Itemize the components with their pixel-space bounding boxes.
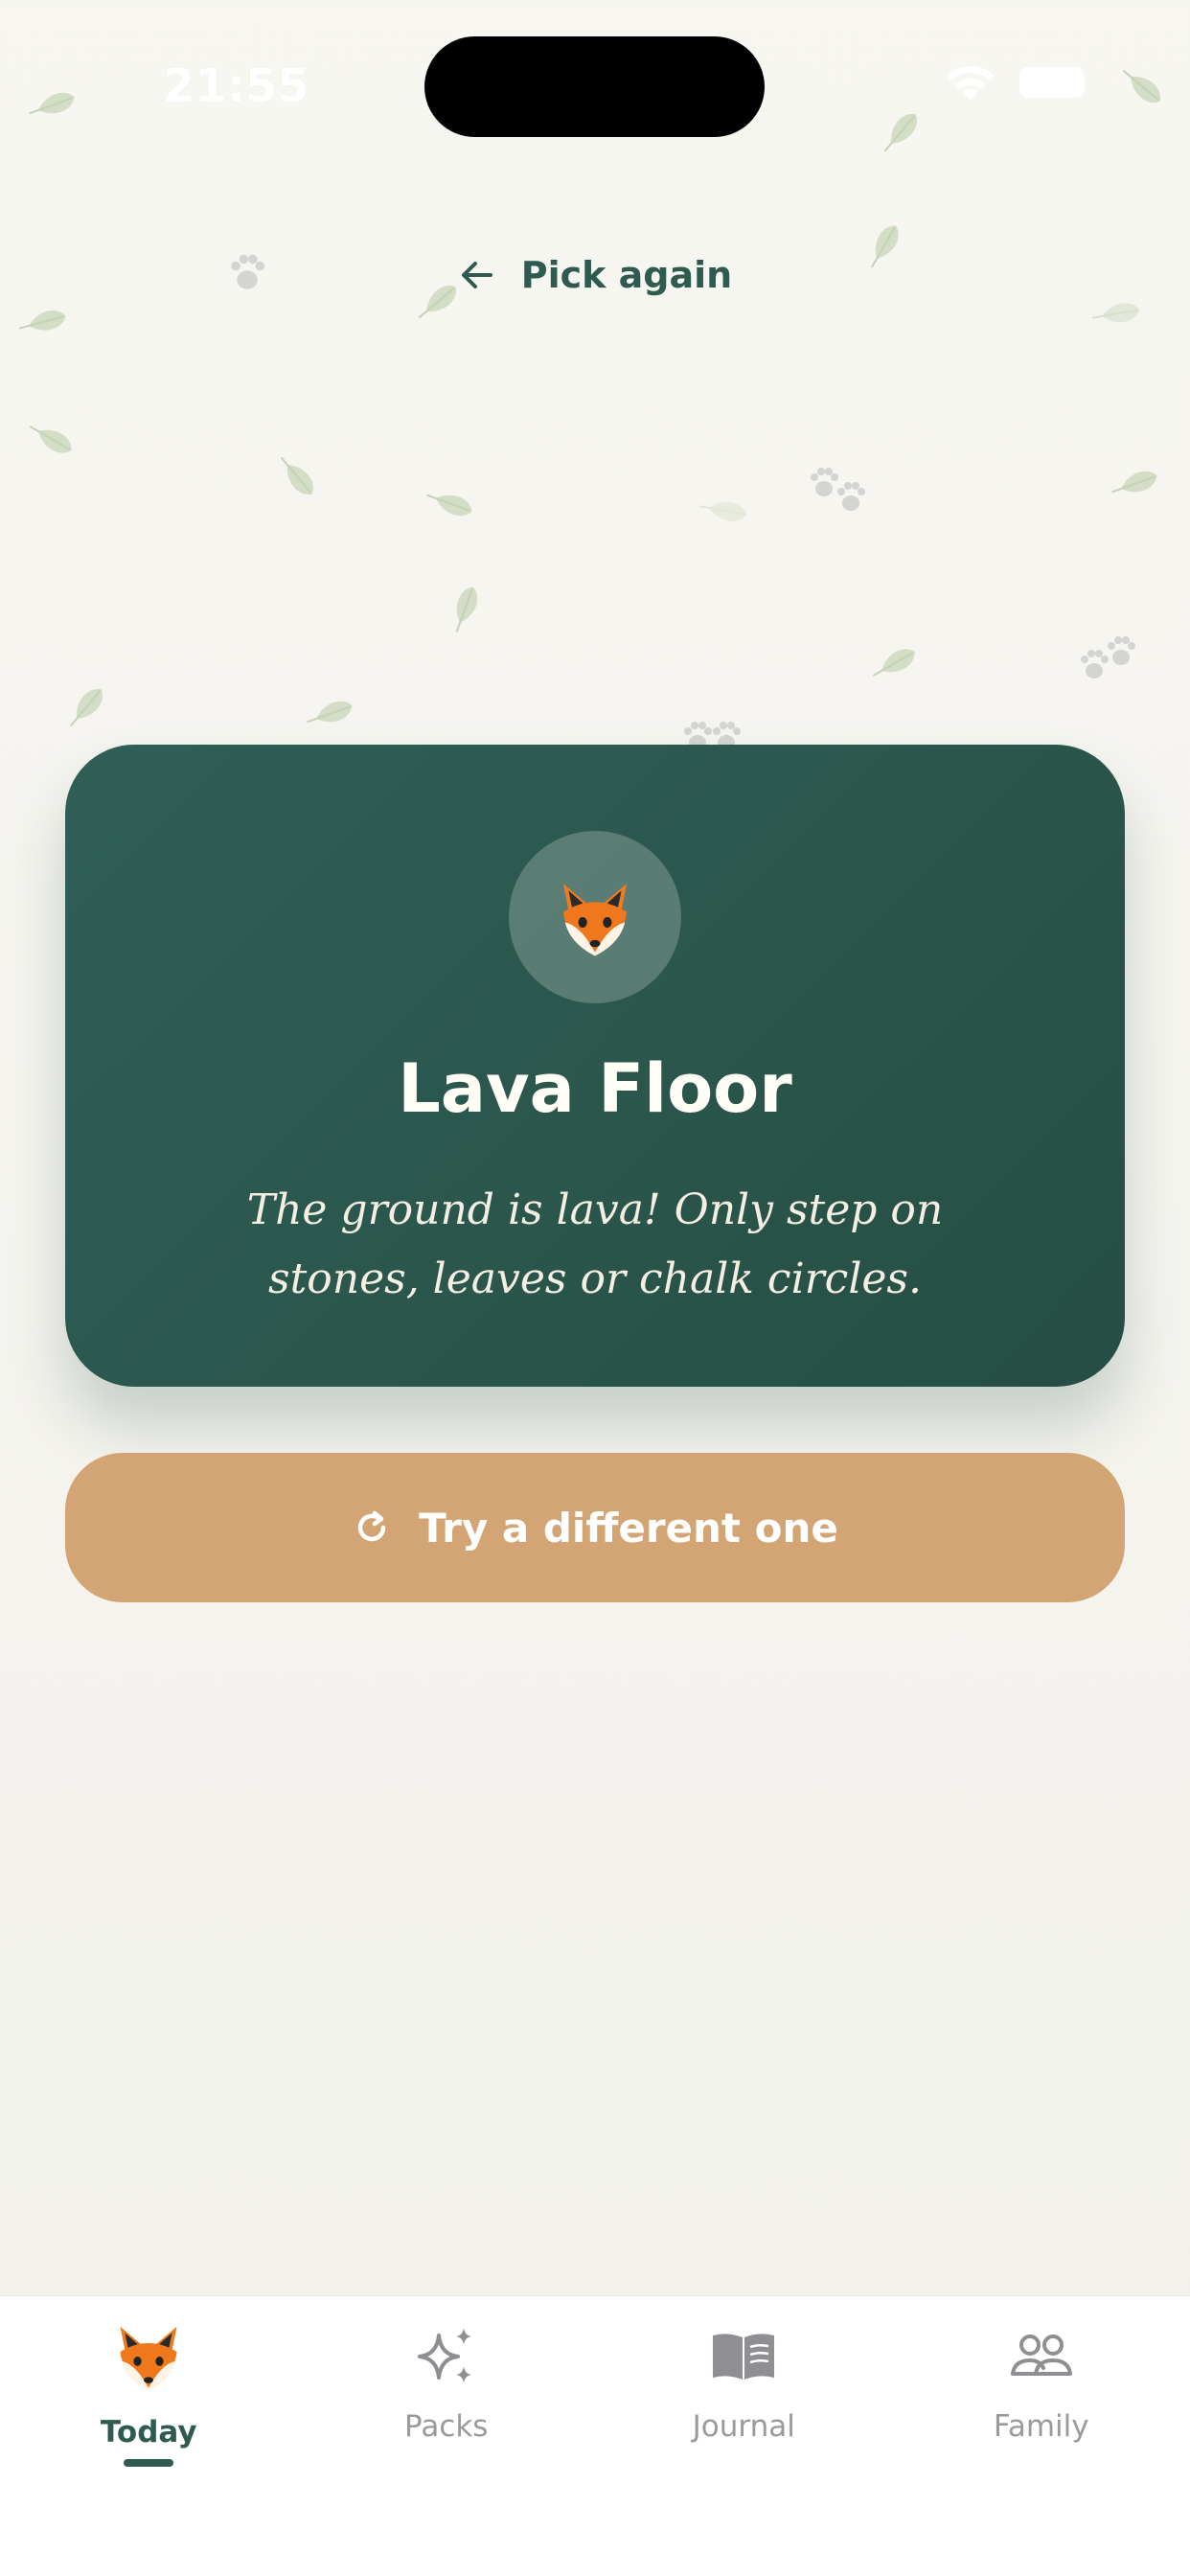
tab-today-label: Today — [101, 2415, 197, 2450]
fox-icon — [109, 2316, 188, 2397]
tab-family-label: Family — [994, 2409, 1089, 2444]
try-different-button[interactable]: Try a different one — [65, 1453, 1125, 1602]
tab-packs-label: Packs — [404, 2409, 488, 2444]
tab-packs[interactable]: Packs — [298, 2296, 596, 2576]
try-different-label: Try a different one — [419, 1505, 838, 1552]
book-icon — [709, 2322, 778, 2391]
refresh-icon — [352, 1507, 392, 1548]
dynamic-island — [424, 36, 765, 137]
people-icon — [1007, 2322, 1076, 2391]
arrow-left-icon — [458, 256, 496, 294]
tab-today[interactable]: Today — [0, 2296, 298, 2576]
wifi-icon — [943, 63, 998, 102]
bottom-tab-bar: Today Packs Journal — [0, 2295, 1190, 2576]
active-tab-indicator — [124, 2459, 173, 2467]
status-icons — [943, 63, 1085, 102]
status-time: 21:55 — [163, 59, 309, 113]
activity-card: Lava Floor The ground is lava! Only step… — [65, 745, 1125, 1387]
activity-title: Lava Floor — [65, 1049, 1125, 1128]
activity-avatar — [509, 831, 681, 1003]
tab-journal-label: Journal — [693, 2409, 795, 2444]
pick-again-button[interactable]: Pick again — [0, 254, 1190, 296]
battery-icon — [1019, 67, 1085, 98]
fox-icon — [551, 873, 639, 961]
pick-again-label: Pick again — [521, 254, 732, 296]
sparkles-icon — [412, 2322, 481, 2391]
tab-family[interactable]: Family — [893, 2296, 1190, 2576]
tab-journal[interactable]: Journal — [595, 2296, 893, 2576]
activity-description: The ground is lava! Only step on stones,… — [180, 1176, 1010, 1314]
